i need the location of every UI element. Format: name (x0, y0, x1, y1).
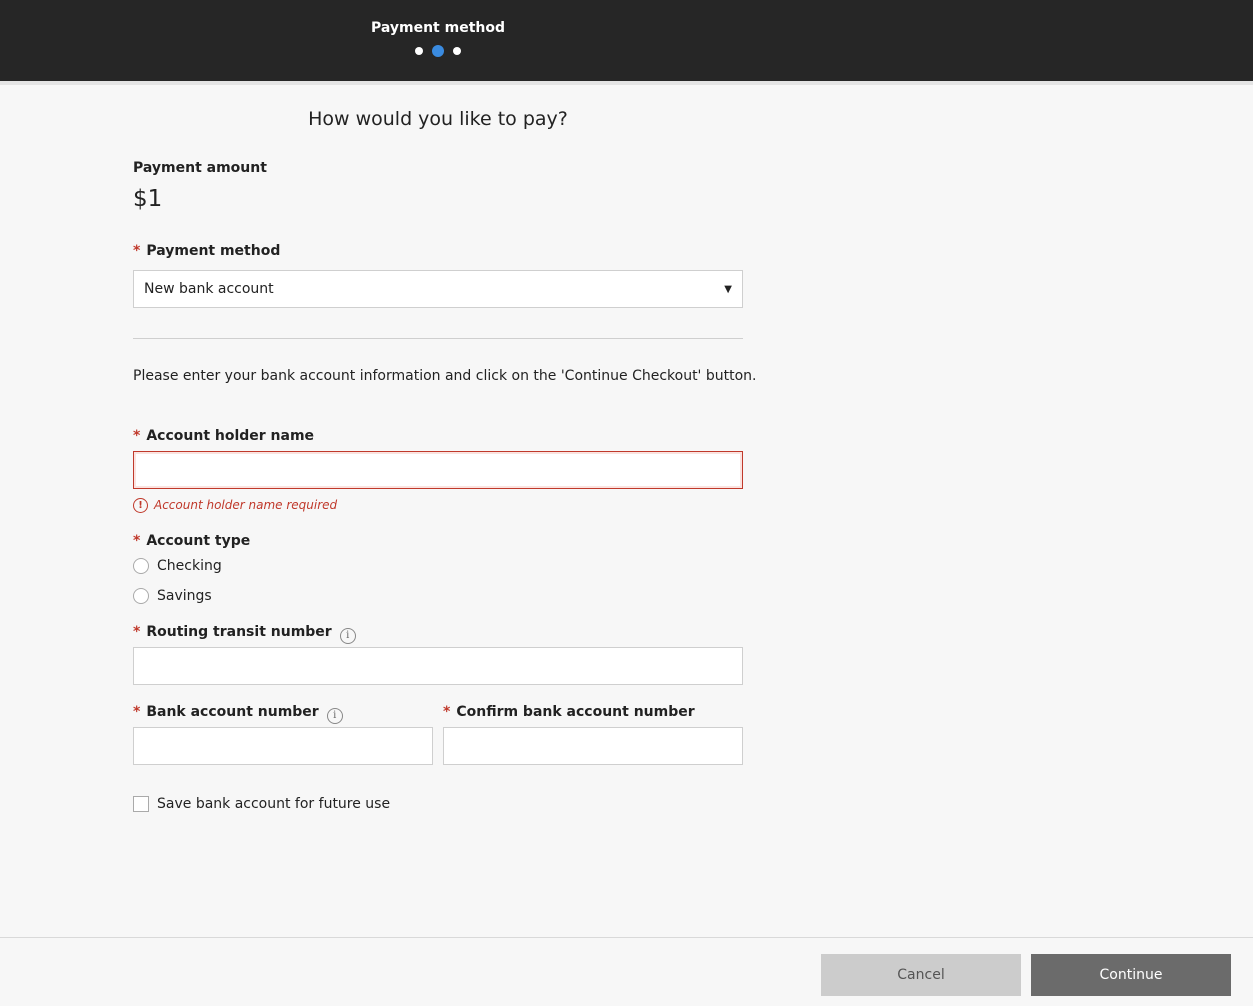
payment-method-select[interactable]: New bank account ▼ (133, 270, 743, 308)
account-type-label-row: * Account type (133, 533, 250, 549)
cancel-button[interactable]: Cancel (821, 954, 1021, 996)
account-holder-error-text: Account holder name required (154, 498, 338, 512)
account-holder-label: Account holder name (146, 428, 315, 444)
step-dot-3 (453, 47, 461, 55)
error-icon: ! (133, 497, 148, 513)
bank-account-number-input[interactable] (133, 727, 433, 765)
required-marker: * (133, 243, 141, 259)
payment-amount-label: Payment amount (133, 160, 267, 176)
required-marker: * (133, 428, 141, 444)
routing-number-input[interactable] (133, 647, 743, 685)
step-dot-1 (415, 47, 423, 55)
step-indicator (338, 44, 538, 58)
footer-divider (0, 937, 1253, 938)
account-holder-name-input[interactable] (133, 451, 743, 489)
page-title: How would you like to pay? (308, 108, 568, 130)
checking-radio[interactable] (133, 558, 149, 574)
save-account-label: Save bank account for future use (157, 796, 391, 812)
save-account-checkbox[interactable] (133, 796, 149, 812)
savings-label: Savings (157, 588, 212, 604)
payment-method-label-row: * Payment method (133, 243, 280, 259)
account-type-option-savings[interactable]: Savings (133, 586, 212, 606)
required-marker: * (133, 533, 141, 549)
top-bar-shadow (0, 81, 1253, 85)
continue-button[interactable]: Continue (1031, 954, 1231, 996)
save-account-option[interactable]: Save bank account for future use (133, 794, 390, 814)
required-marker: * (133, 624, 141, 640)
required-marker: * (443, 704, 451, 720)
payment-amount-value: $1 (133, 186, 163, 212)
confirm-bank-account-number-input[interactable] (443, 727, 743, 765)
bank-account-label: Bank account number (146, 704, 319, 720)
top-bar: Payment method (0, 0, 1253, 81)
payment-method-selected-value: New bank account (144, 281, 274, 297)
bank-account-label-row: * Bank account number i (133, 704, 343, 724)
info-icon[interactable]: i (339, 628, 356, 644)
confirm-bank-account-label-row: * Confirm bank account number (443, 704, 695, 720)
account-type-option-checking[interactable]: Checking (133, 556, 222, 576)
checking-label: Checking (157, 558, 222, 574)
step-title: Payment method (370, 20, 506, 36)
savings-radio[interactable] (133, 588, 149, 604)
account-type-label: Account type (146, 533, 251, 549)
account-holder-label-row: * Account holder name (133, 428, 314, 444)
account-holder-error: ! Account holder name required (133, 497, 337, 513)
confirm-bank-account-label: Confirm bank account number (456, 704, 695, 720)
routing-label: Routing transit number (146, 624, 332, 640)
caret-down-icon: ▼ (724, 284, 732, 295)
routing-label-row: * Routing transit number i (133, 624, 356, 644)
step-dot-2-active (432, 45, 444, 57)
info-icon[interactable]: i (326, 708, 343, 724)
payment-method-label: Payment method (146, 243, 281, 259)
bank-instructions: Please enter your bank account informati… (133, 368, 757, 384)
section-divider (133, 338, 743, 339)
required-marker: * (133, 704, 141, 720)
